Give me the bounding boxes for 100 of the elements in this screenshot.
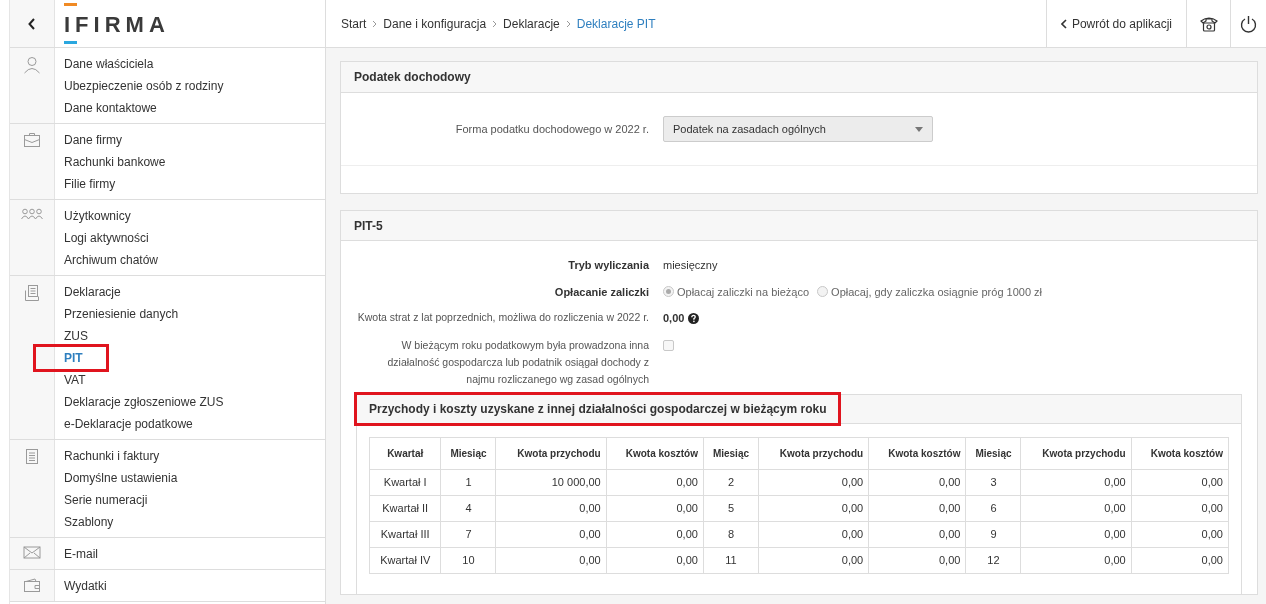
radio-button[interactable] [817, 286, 829, 298]
column-header: Miesiąc [703, 437, 759, 469]
table-cell: 0,00 [606, 521, 704, 547]
field-label: Opłacanie zaliczki [553, 284, 650, 300]
column-header: Kwota kosztów [606, 437, 704, 469]
table-cell: Kwartał II [369, 495, 441, 521]
sidebar-link[interactable]: Logi aktywności [64, 227, 159, 249]
table-cell: 0,00 [496, 547, 607, 573]
table-cell: 2 [703, 469, 759, 495]
tax-form-select[interactable]: Podatek na zasadach ogólnych [663, 116, 933, 142]
chevron-right-icon [565, 19, 571, 28]
field-label: W bieżącym roku podatkowym była prowadzona inna działalność gospodarcza lub podatnik osiągał dochody z najmu rozliczanego wg zasad ogólnych [386, 337, 650, 387]
power-icon [1240, 14, 1257, 33]
field-label: Tryb wyliczania [567, 258, 651, 273]
table-cell: 4 [440, 495, 496, 521]
sidebar-link[interactable]: ZUS [64, 325, 224, 347]
sidebar-link[interactable]: VAT [64, 369, 224, 391]
table-cell: 0,00 [1021, 521, 1132, 547]
sidebar-link[interactable]: Rachunki i faktury [64, 445, 178, 467]
sidebar-link[interactable]: Dane właściciela [64, 53, 224, 75]
sidebar-link[interactable]: Dane firmy [64, 129, 166, 151]
checkbox[interactable] [663, 339, 674, 351]
table-cell: 0,00 [1131, 547, 1229, 573]
table-cell: 0,00 [1021, 469, 1132, 495]
table-cell: 6 [965, 495, 1021, 521]
table-cell: Kwartał III [369, 521, 441, 547]
sidebar-link[interactable]: PIT [36, 347, 106, 369]
table-cell: 0,00 [606, 495, 704, 521]
table-cell: 0,00 [1131, 469, 1229, 495]
table-cell: 0,00 [1021, 547, 1132, 573]
breadcrumb-link[interactable]: Start [341, 14, 367, 33]
breadcrumb-link[interactable]: Deklaracje PIT [576, 14, 656, 33]
table-cell: 0,00 [758, 547, 869, 573]
table-cell: 0,00 [758, 521, 869, 547]
column-header: Kwartał [369, 437, 441, 469]
collapse-button[interactable] [10, 0, 55, 47]
sidebar-link[interactable]: Serie numeracji [64, 489, 178, 511]
radio-button[interactable] [663, 286, 674, 298]
receipt-icon [25, 448, 39, 465]
table-cell: 9 [965, 521, 1021, 547]
sidebar-link[interactable]: Filie firmy [64, 173, 166, 195]
sidebar-link[interactable]: Deklaracje zgłoszeniowe ZUS [64, 391, 224, 413]
wallet-icon [23, 578, 41, 593]
sidebar-link[interactable]: Wydatki [64, 575, 107, 597]
breadcrumb-link[interactable]: Dane i konfiguracja [383, 14, 487, 33]
table-cell: 0,00 [758, 495, 869, 521]
table-cell: 0,00 [758, 469, 869, 495]
phone-icon [1199, 15, 1218, 32]
table-cell: Kwartał IV [369, 547, 441, 573]
table-cell: 0,00 [1131, 521, 1229, 547]
logo: IFIRMA [64, 6, 170, 41]
table-cell: 10 000,00 [496, 469, 607, 495]
table-cell: 12 [965, 547, 1021, 573]
table-cell: 0,00 [606, 469, 704, 495]
select-value: Podatek na zasadach ogólnych [673, 121, 826, 137]
sidebar-link[interactable]: e-Deklaracje podatkowe [64, 413, 224, 435]
help-icon[interactable] [688, 312, 700, 324]
table-cell: 8 [703, 521, 759, 547]
table-cell: 10 [440, 547, 496, 573]
table-cell: Kwartał I [369, 469, 441, 495]
table-cell: 0,00 [496, 521, 607, 547]
table-cell: 3 [965, 469, 1021, 495]
column-header: Kwota przychodu [496, 437, 607, 469]
table-cell: 0,00 [868, 547, 966, 573]
subsection-title: Przychody i koszty uzyskane z innej działalności gospodarczej w bieżącym roku [357, 394, 839, 423]
briefcase-icon [23, 132, 41, 148]
chevron-left-icon [1060, 18, 1067, 29]
back-link-label: Powrót do aplikacji [1071, 15, 1172, 33]
documents-icon [23, 284, 41, 302]
users-icon [21, 208, 43, 220]
chevron-right-icon [372, 19, 378, 28]
sidebar-link[interactable]: Deklaracje [64, 281, 224, 303]
column-header: Miesiąc [965, 437, 1021, 469]
table-cell: 0,00 [868, 521, 966, 547]
envelope-icon [23, 546, 41, 559]
column-header: Kwota kosztów [868, 437, 966, 469]
table-cell: 0,00 [1131, 495, 1229, 521]
sidebar-link[interactable]: Rachunki bankowe [64, 151, 166, 173]
chevron-left-icon [28, 17, 36, 30]
column-header: Kwota przychodu [1021, 437, 1132, 469]
breadcrumb-link[interactable]: Deklaracje [503, 14, 560, 33]
sidebar-link[interactable]: Przeniesienie danych [64, 303, 224, 325]
back-link[interactable]: Powrót do aplikacji [1045, 0, 1186, 47]
table-cell: 1 [440, 469, 496, 495]
table-cell: 5 [703, 495, 759, 521]
sidebar-link[interactable]: Archiwum chatów [64, 249, 159, 271]
sidebar-link[interactable]: Użytkownicy [64, 205, 159, 227]
table-cell: 11 [703, 547, 759, 573]
caret-icon [915, 126, 923, 132]
table-cell: 0,00 [1021, 495, 1132, 521]
table-cell: 0,00 [606, 547, 704, 573]
card-title: Podatek dochodowy [354, 69, 471, 86]
sidebar-link[interactable]: Szablony [64, 511, 178, 533]
person-icon [23, 56, 41, 74]
sidebar-link[interactable]: Ubezpieczenie osób z rodziny [64, 75, 224, 97]
column-header: Kwota kosztów [1131, 437, 1229, 469]
sidebar-link[interactable]: E-mail [64, 543, 98, 565]
chevron-right-icon [492, 19, 498, 28]
sidebar-link[interactable]: Dane kontaktowe [64, 97, 224, 119]
sidebar-link[interactable]: Domyślne ustawienia [64, 467, 178, 489]
